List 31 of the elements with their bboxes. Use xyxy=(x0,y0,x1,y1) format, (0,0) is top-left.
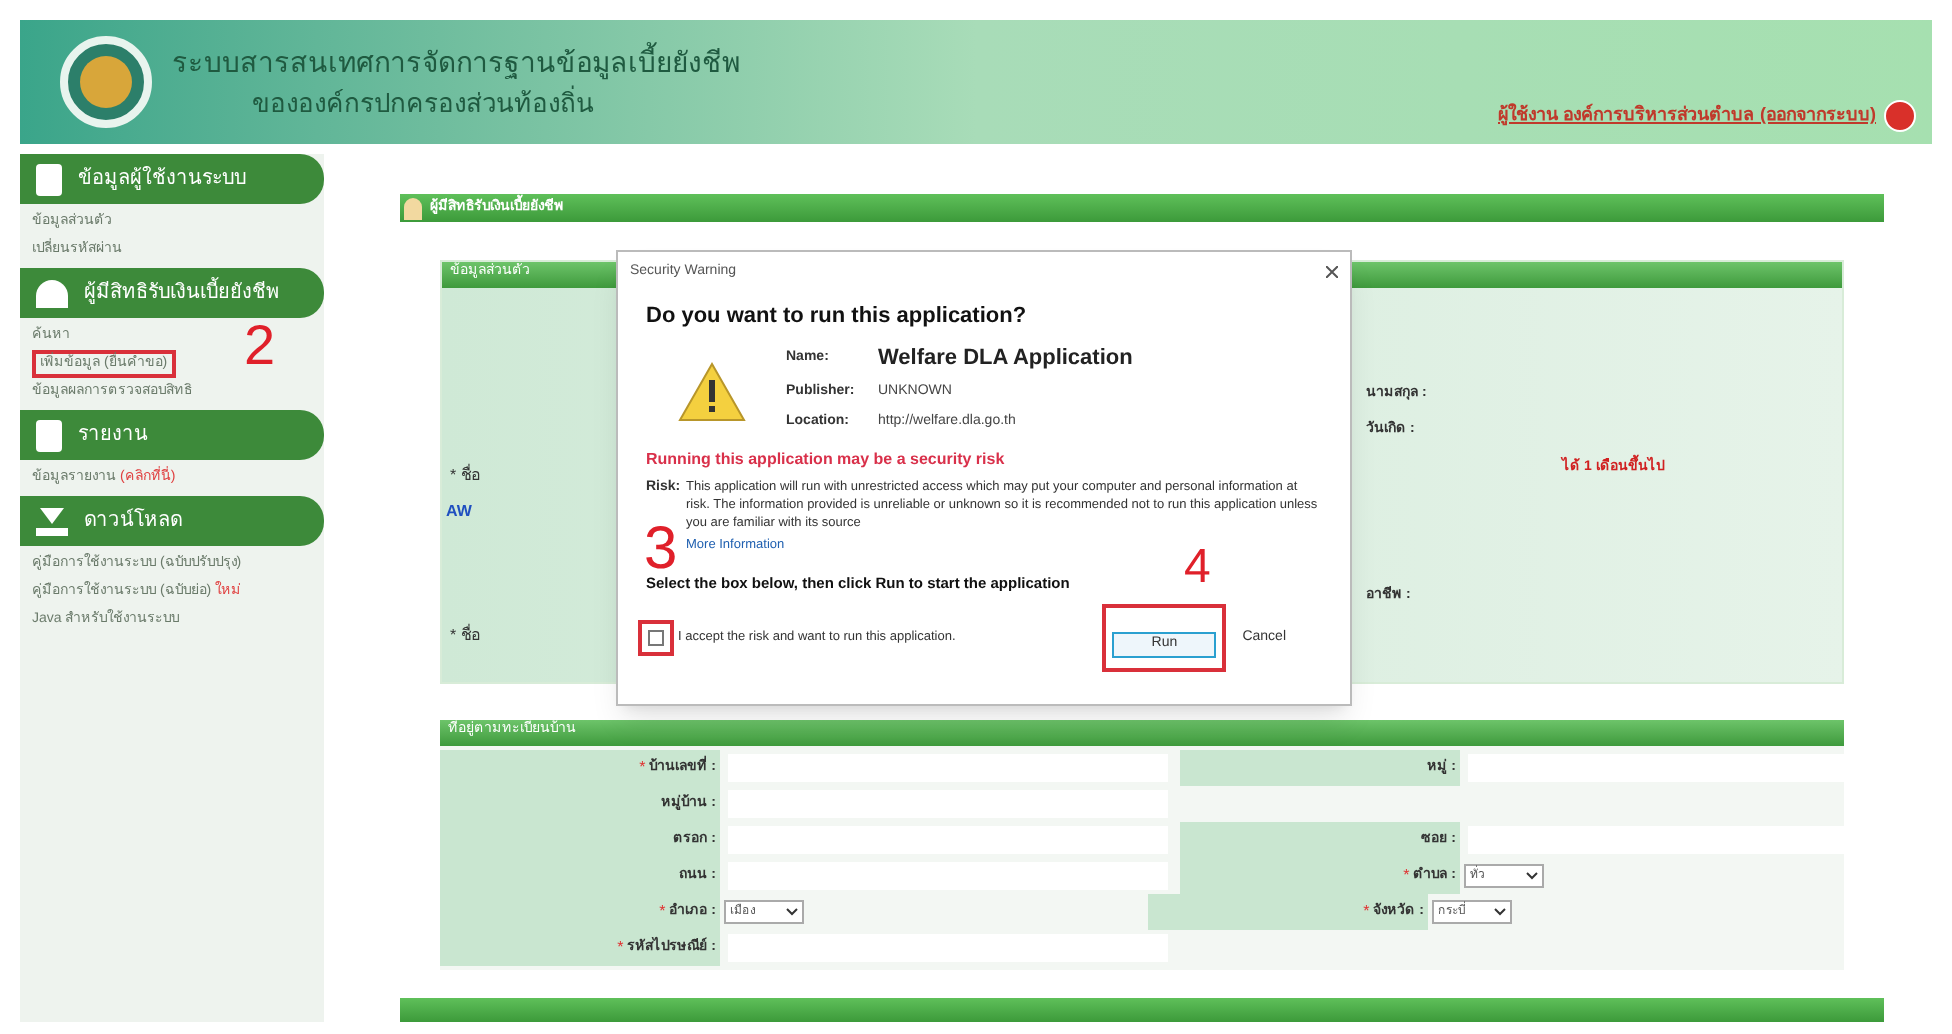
power-icon[interactable] xyxy=(1884,100,1916,132)
risk-heading: Running this application may be a security risk xyxy=(646,448,1007,472)
chevron-icon xyxy=(1526,872,1538,880)
sidebar-section-header[interactable]: ข้อมูลผู้ใช้งานระบบ xyxy=(20,154,324,204)
required-mark: * xyxy=(639,756,646,780)
info-link[interactable]: AW xyxy=(446,500,472,524)
chevron-icon xyxy=(1494,908,1506,916)
checkbox[interactable] xyxy=(648,630,664,646)
sidebar-section-header[interactable]: ดาวน์โหลด xyxy=(20,496,324,546)
annotation-number: 4 xyxy=(1184,544,1211,592)
close-icon[interactable] xyxy=(1326,266,1338,278)
required-mark: * xyxy=(659,900,666,924)
required-mark: * xyxy=(1403,864,1410,888)
document-icon xyxy=(36,163,62,195)
emblem-icon xyxy=(60,36,152,128)
field-value: Welfare DLA Application xyxy=(878,343,1133,373)
dialog-question: Do you want to run this application? xyxy=(646,302,1029,332)
warning-icon xyxy=(678,361,746,421)
field-label: * ชื่อ xyxy=(450,464,481,488)
user-link[interactable]: ผู้ใช้งาน องค์การบริหารส่วนตำบล (ออกจากระบบ) xyxy=(1498,102,1876,130)
sidebar-section-header[interactable]: ผู้มีสิทธิรับเงินเบี้ยยังชีพ xyxy=(20,268,324,318)
site-title: ระบบสารสนเทศการจัดการฐานข้อมูลเบี้ยยังชีพ xyxy=(172,41,740,84)
field-label: * ชื่อ xyxy=(450,624,481,648)
required-mark: * xyxy=(617,936,624,960)
chevron-icon xyxy=(786,908,798,916)
annotation-number: 3 xyxy=(644,520,678,580)
required-mark: * xyxy=(1363,900,1370,924)
annotation-number: 2 xyxy=(244,318,276,374)
sidebar-section-header[interactable]: รายงาน xyxy=(20,410,324,460)
download-icon xyxy=(36,507,68,535)
site-subtitle: ขององค์กรปกครองส่วนท้องถิ่น xyxy=(252,83,596,122)
